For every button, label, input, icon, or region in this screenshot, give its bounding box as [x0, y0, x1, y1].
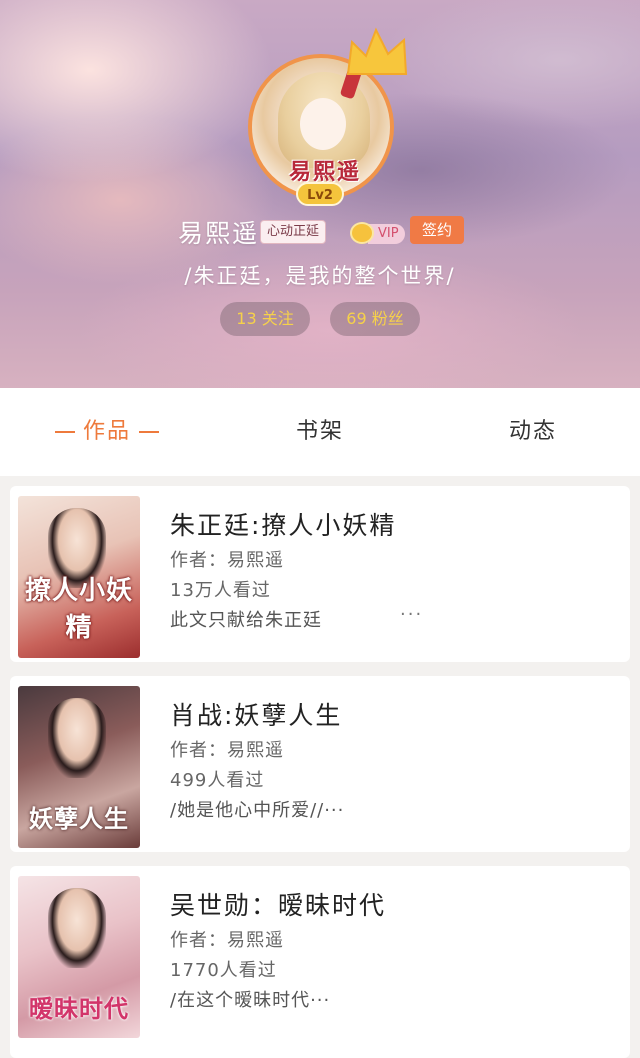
crown-icon [346, 27, 408, 75]
book-cover[interactable]: 撩人小妖精 [18, 496, 140, 658]
more-dots-icon[interactable]: ··· [400, 604, 423, 625]
cover-title: 暧昧时代 [29, 995, 129, 1023]
fans-count-button[interactable]: 69 粉丝 [330, 302, 420, 336]
cover-figure [48, 888, 106, 968]
level-badge: Lv2 [296, 182, 344, 206]
tab-works[interactable]: 作品 [44, 388, 170, 476]
tab-bookshelf[interactable]: 书架 [262, 388, 378, 476]
book-card[interactable]: 妖孽人生 肖战:妖孽人生 作者：易熙遥 499人看过 /她是他心中所爱//··· [10, 676, 630, 852]
book-author: 作者：易熙遥 [170, 930, 284, 951]
username: 易熙遥 [178, 219, 260, 248]
book-description: 此文只献给朱正廷 [170, 610, 322, 631]
avatar-face [300, 98, 346, 150]
book-author: 作者：易熙遥 [170, 740, 284, 761]
cover-figure [48, 698, 106, 778]
fan-tag-badge[interactable]: 心动正延 [260, 220, 327, 244]
book-author: 作者：易熙遥 [170, 550, 284, 571]
book-views: 499人看过 [170, 770, 265, 791]
book-title[interactable]: 朱正廷:撩人小妖精 [170, 506, 396, 542]
profile-header: 易熙遥 Lv2 易熙遥 心动正延 VIP 签约 /朱正廷，是我的整个世界/ 13… [0, 0, 640, 388]
book-card[interactable]: 撩人小妖精 朱正廷:撩人小妖精 作者：易熙遥 13万人看过 此文只献给朱正廷 ·… [10, 486, 630, 662]
book-description: /她是他心中所爱//··· [170, 800, 345, 821]
book-title[interactable]: 吴世勋：暧昧时代 [170, 886, 386, 922]
vip-crown-icon [350, 222, 374, 244]
tab-active-indicator-right [139, 431, 159, 433]
book-views: 1770人看过 [170, 960, 277, 981]
following-count-button[interactable]: 13 关注 [220, 302, 310, 336]
cover-title: 撩人小妖精 [24, 576, 133, 643]
book-description: /在这个暧昧时代··· [170, 990, 331, 1011]
book-card[interactable]: 暧昧时代 吴世勋：暧昧时代 作者：易熙遥 1770人看过 /在这个暧昧时代··· [10, 866, 630, 1058]
book-cover[interactable]: 暧昧时代 [18, 876, 140, 1038]
profile-bio: /朱正廷，是我的整个世界/ [184, 264, 456, 288]
tab-feed[interactable]: 动态 [478, 388, 588, 476]
tab-active-indicator-left [54, 431, 75, 433]
book-views: 13万人看过 [170, 580, 271, 601]
book-title[interactable]: 肖战:妖孽人生 [170, 696, 342, 732]
signed-author-badge: 签约 [410, 216, 464, 244]
tab-works-label: 作品 [82, 419, 131, 444]
profile-tabs: 作品 书架 动态 [0, 388, 640, 476]
name-row: 易熙遥 心动正延 VIP 签约 [0, 214, 640, 248]
cover-title: 妖孽人生 [29, 805, 129, 833]
book-cover[interactable]: 妖孽人生 [18, 686, 140, 848]
